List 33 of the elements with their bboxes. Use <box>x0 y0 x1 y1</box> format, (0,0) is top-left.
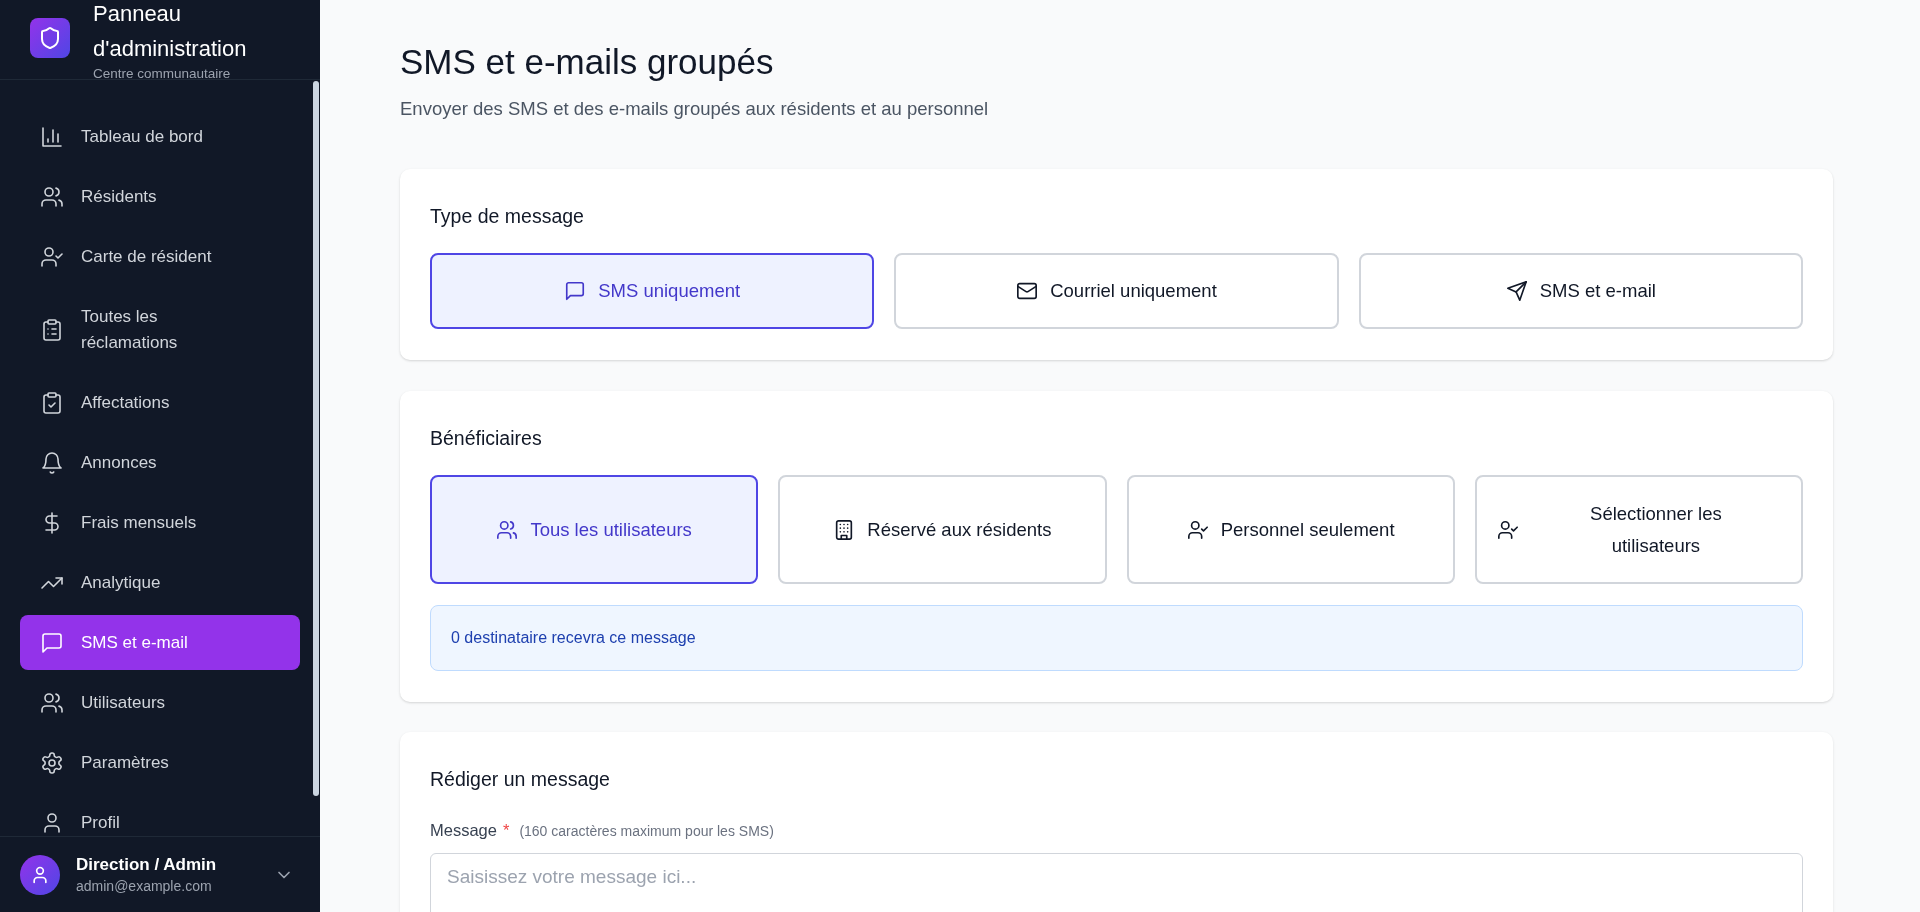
option-button[interactable]: SMS et e-mail <box>1358 253 1803 329</box>
field-hint: (160 caractères maximum pour les SMS) <box>519 822 774 841</box>
nav-item[interactable]: Toutes les réclamations <box>20 289 300 370</box>
nav-item[interactable]: Tableau de bord <box>20 109 300 164</box>
option-button[interactable]: Personnel seulement <box>1126 475 1455 584</box>
user-name: Direction / Admin <box>76 853 218 876</box>
app-title: Panneau d'administration <box>93 0 248 63</box>
nav-item[interactable]: Paramètres <box>20 735 300 790</box>
recipient-count-notice: 0 destinataire recevra ce message <box>430 605 1803 671</box>
option-button[interactable]: Réservé aux résidents <box>778 475 1107 584</box>
field-label: Message <box>430 820 497 840</box>
option-button[interactable]: Courriel uniquement <box>894 253 1339 329</box>
section-heading: Bénéficiaires <box>430 426 543 451</box>
message-field[interactable]: Saisissez votre message ici... <box>430 853 1803 912</box>
section-heading: Rédiger un message <box>430 767 611 792</box>
option-button[interactable]: SMS uniquement <box>430 253 875 329</box>
app-subtitle: Centre communautaire <box>93 66 232 82</box>
required-mark: * <box>502 820 510 840</box>
nav-item[interactable]: Annonces <box>20 435 300 490</box>
nav-item[interactable]: Carte de résident <box>20 229 300 284</box>
nav-item[interactable]: Profil <box>20 795 300 836</box>
option-button[interactable]: Tous les utilisateurs <box>430 475 759 584</box>
nav-item[interactable]: Affectations <box>20 375 300 430</box>
nav-item[interactable]: SMS et e-mail <box>20 615 300 670</box>
option-button[interactable]: Sélectionner les utilisateurs <box>1474 475 1803 584</box>
nav-item[interactable]: Résidents <box>20 169 300 224</box>
page-subtitle: Envoyer des SMS et des e-mails groupés aux résidents et au personnel <box>400 97 990 121</box>
user-email: admin@example.com <box>76 876 213 896</box>
nav-item[interactable]: Frais mensuels <box>20 495 300 550</box>
nav-item[interactable]: Analytique <box>20 555 300 610</box>
nav-item[interactable]: Utilisateurs <box>20 675 300 730</box>
page-title: SMS et e-mails groupés <box>400 41 775 83</box>
section-heading: Type de message <box>430 204 585 229</box>
